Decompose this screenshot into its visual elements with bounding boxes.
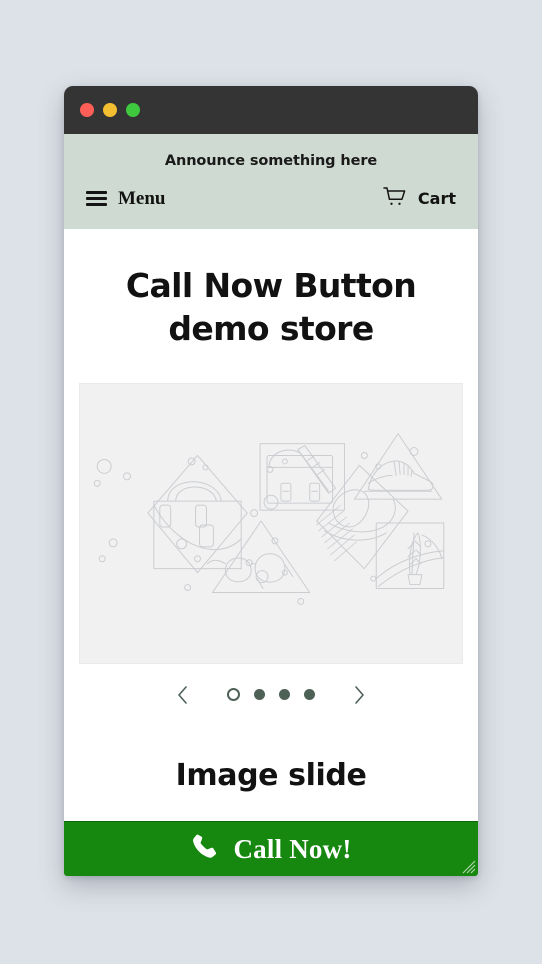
store-header: Announce something here Menu Cart: [64, 134, 478, 229]
slide-dot-2[interactable]: [254, 689, 265, 701]
shopping-cart-icon: [383, 186, 407, 211]
cart-button-label: Cart: [417, 189, 456, 208]
slide-dots: [227, 688, 315, 702]
announcement-bar: Announce something here: [164, 153, 378, 169]
image-slideshow: Image slide: [64, 363, 478, 823]
slide-dot-1[interactable]: [227, 688, 240, 702]
close-window-button[interactable]: [80, 103, 94, 117]
slideshow-controls: [79, 664, 463, 716]
maximize-window-button[interactable]: [126, 103, 140, 117]
placeholder-illustration: [93, 432, 445, 605]
slide-next-button[interactable]: [337, 678, 381, 712]
menu-button[interactable]: Menu: [86, 188, 166, 210]
call-now-button[interactable]: Call Now!: [64, 821, 478, 876]
slide-dot-3[interactable]: [279, 689, 290, 701]
phone-icon: [190, 832, 220, 867]
store-nav-bar: Menu Cart: [64, 180, 478, 229]
store-page-body: Call Now Button demo store Image slide: [64, 229, 478, 876]
resize-grip-icon[interactable]: [459, 857, 476, 874]
minimize-window-button[interactable]: [103, 103, 117, 117]
call-now-label: Call Now!: [233, 833, 352, 864]
chevron-left-icon: [176, 685, 190, 705]
page-title: Call Now Button demo store: [125, 266, 417, 348]
slide-caption: Image slide: [175, 757, 367, 793]
hamburger-icon: [86, 191, 107, 206]
browser-window: Announce something here Menu Cart Call N…: [64, 86, 478, 876]
menu-button-label: Menu: [118, 187, 166, 209]
slide-image-placeholder[interactable]: [79, 382, 463, 664]
window-titlebar: [64, 86, 478, 134]
cart-button[interactable]: Cart: [383, 186, 456, 211]
slide-dot-4[interactable]: [304, 689, 315, 701]
chevron-right-icon: [352, 685, 366, 705]
slide-prev-button[interactable]: [161, 678, 205, 712]
